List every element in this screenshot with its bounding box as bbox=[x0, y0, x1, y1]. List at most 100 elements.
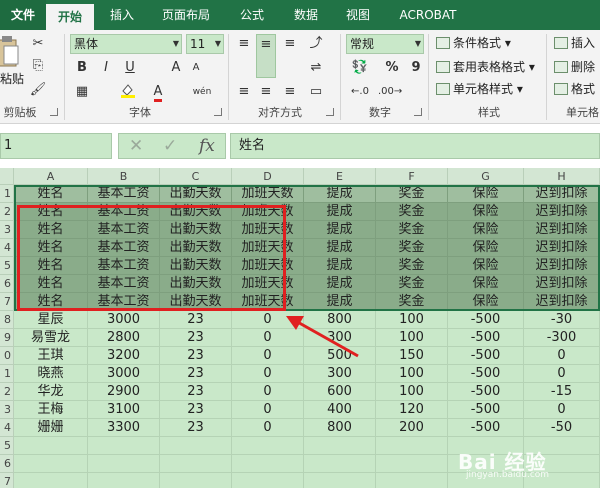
cell[interactable]: 23 bbox=[160, 383, 232, 401]
cell[interactable]: 保险 bbox=[448, 239, 524, 257]
paste-button[interactable]: 粘贴 bbox=[0, 34, 24, 94]
cell[interactable]: 23 bbox=[160, 347, 232, 365]
cell[interactable]: -500 bbox=[448, 329, 524, 347]
tab-page-layout[interactable]: 页面布局 bbox=[152, 0, 220, 30]
cell[interactable] bbox=[448, 455, 524, 473]
tab-view[interactable]: 视图 bbox=[336, 0, 380, 30]
cell[interactable]: 保险 bbox=[448, 203, 524, 221]
cell[interactable] bbox=[304, 437, 376, 455]
cell[interactable]: 加班天数 bbox=[232, 257, 304, 275]
fill-color-icon[interactable] bbox=[118, 82, 138, 102]
cell[interactable]: 0 bbox=[232, 347, 304, 365]
cell[interactable]: 加班天数 bbox=[232, 239, 304, 257]
cell[interactable]: 800 bbox=[304, 311, 376, 329]
cell[interactable]: 0 bbox=[524, 401, 600, 419]
align-bottom-icon[interactable]: ≡ bbox=[280, 34, 300, 54]
cell[interactable]: 奖金 bbox=[376, 185, 448, 203]
cell[interactable]: 出勤天数 bbox=[160, 275, 232, 293]
cell[interactable]: 400 bbox=[304, 401, 376, 419]
percent-button[interactable]: % bbox=[382, 58, 402, 78]
cell[interactable]: 基本工资 bbox=[88, 275, 160, 293]
shrink-font-button[interactable]: A bbox=[186, 58, 206, 78]
column-header-d[interactable]: D bbox=[232, 168, 304, 185]
cell[interactable]: 3300 bbox=[88, 419, 160, 437]
cell[interactable]: 基本工资 bbox=[88, 257, 160, 275]
cell[interactable] bbox=[232, 473, 304, 488]
cell[interactable] bbox=[524, 455, 600, 473]
row-header[interactable]: 8 bbox=[0, 311, 14, 329]
cell[interactable]: 王琪 bbox=[14, 347, 88, 365]
align-top-icon[interactable]: ≡ bbox=[234, 34, 254, 54]
cell[interactable]: 23 bbox=[160, 329, 232, 347]
cell[interactable] bbox=[232, 437, 304, 455]
cell[interactable] bbox=[88, 455, 160, 473]
cell[interactable]: 易雪龙 bbox=[14, 329, 88, 347]
format-as-table-button[interactable]: 套用表格格式 ▾ bbox=[436, 58, 535, 76]
cell[interactable] bbox=[304, 455, 376, 473]
delete-cells-button[interactable]: 删除 bbox=[554, 58, 595, 76]
tab-insert[interactable]: 插入 bbox=[100, 0, 144, 30]
row-header[interactable]: 0 bbox=[0, 347, 14, 365]
cell[interactable]: 0 bbox=[232, 401, 304, 419]
phonetic-button[interactable]: wén bbox=[192, 82, 212, 102]
cell[interactable] bbox=[14, 455, 88, 473]
cell[interactable]: 保险 bbox=[448, 293, 524, 311]
cell[interactable]: 2900 bbox=[88, 383, 160, 401]
cell[interactable]: 迟到扣除 bbox=[524, 239, 600, 257]
cell[interactable] bbox=[160, 455, 232, 473]
cell[interactable]: 0 bbox=[232, 311, 304, 329]
cell[interactable]: -500 bbox=[448, 347, 524, 365]
merge-center-icon[interactable]: ▭ bbox=[306, 82, 326, 102]
cell[interactable]: 0 bbox=[232, 383, 304, 401]
wrap-text-icon[interactable]: ⇌ bbox=[306, 58, 326, 78]
cell[interactable]: 王梅 bbox=[14, 401, 88, 419]
font-color-button[interactable]: A bbox=[148, 82, 168, 102]
cell[interactable]: 100 bbox=[376, 383, 448, 401]
cell[interactable] bbox=[14, 473, 88, 488]
cell[interactable]: 0 bbox=[232, 329, 304, 347]
cell[interactable]: 23 bbox=[160, 365, 232, 383]
cell[interactable]: 姓名 bbox=[14, 239, 88, 257]
row-header[interactable]: 6 bbox=[0, 275, 14, 293]
bold-button[interactable]: B bbox=[72, 58, 92, 78]
cell[interactable]: -15 bbox=[524, 383, 600, 401]
row-header[interactable]: 4 bbox=[0, 419, 14, 437]
cell[interactable]: 600 bbox=[304, 383, 376, 401]
row-header[interactable]: 2 bbox=[0, 203, 14, 221]
increase-decimal-icon[interactable]: ←.0 bbox=[350, 82, 370, 102]
cell[interactable]: 23 bbox=[160, 401, 232, 419]
row-header[interactable]: 1 bbox=[0, 365, 14, 383]
cell[interactable]: -50 bbox=[524, 419, 600, 437]
cell[interactable]: 保险 bbox=[448, 185, 524, 203]
cell[interactable]: 0 bbox=[524, 347, 600, 365]
cell[interactable]: 加班天数 bbox=[232, 275, 304, 293]
cell[interactable] bbox=[376, 437, 448, 455]
cell[interactable]: 3100 bbox=[88, 401, 160, 419]
column-header-e[interactable]: E bbox=[304, 168, 376, 185]
cell[interactable]: 加班天数 bbox=[232, 185, 304, 203]
cell[interactable]: -500 bbox=[448, 311, 524, 329]
row-header[interactable]: 5 bbox=[0, 437, 14, 455]
row-header[interactable]: 3 bbox=[0, 221, 14, 239]
cell[interactable]: 500 bbox=[304, 347, 376, 365]
cell[interactable]: 200 bbox=[376, 419, 448, 437]
cell[interactable]: 保险 bbox=[448, 257, 524, 275]
cell[interactable]: 姓名 bbox=[14, 293, 88, 311]
cell[interactable]: 提成 bbox=[304, 257, 376, 275]
row-header[interactable]: 7 bbox=[0, 293, 14, 311]
cell[interactable]: 华龙 bbox=[14, 383, 88, 401]
column-header-h[interactable]: H bbox=[524, 168, 600, 185]
font-size-select[interactable]: 11 ▼ bbox=[186, 34, 224, 54]
cell[interactable]: 提成 bbox=[304, 239, 376, 257]
cell[interactable] bbox=[524, 437, 600, 455]
cell[interactable]: 800 bbox=[304, 419, 376, 437]
row-header[interactable]: 2 bbox=[0, 383, 14, 401]
cell[interactable]: -500 bbox=[448, 401, 524, 419]
cell[interactable]: 100 bbox=[376, 311, 448, 329]
cell[interactable]: 奖金 bbox=[376, 257, 448, 275]
conditional-format-button[interactable]: 条件格式 ▾ bbox=[436, 34, 511, 52]
cell[interactable]: 23 bbox=[160, 419, 232, 437]
cell[interactable] bbox=[88, 473, 160, 488]
tab-formulas[interactable]: 公式 bbox=[230, 0, 274, 30]
cell[interactable]: 姗姗 bbox=[14, 419, 88, 437]
